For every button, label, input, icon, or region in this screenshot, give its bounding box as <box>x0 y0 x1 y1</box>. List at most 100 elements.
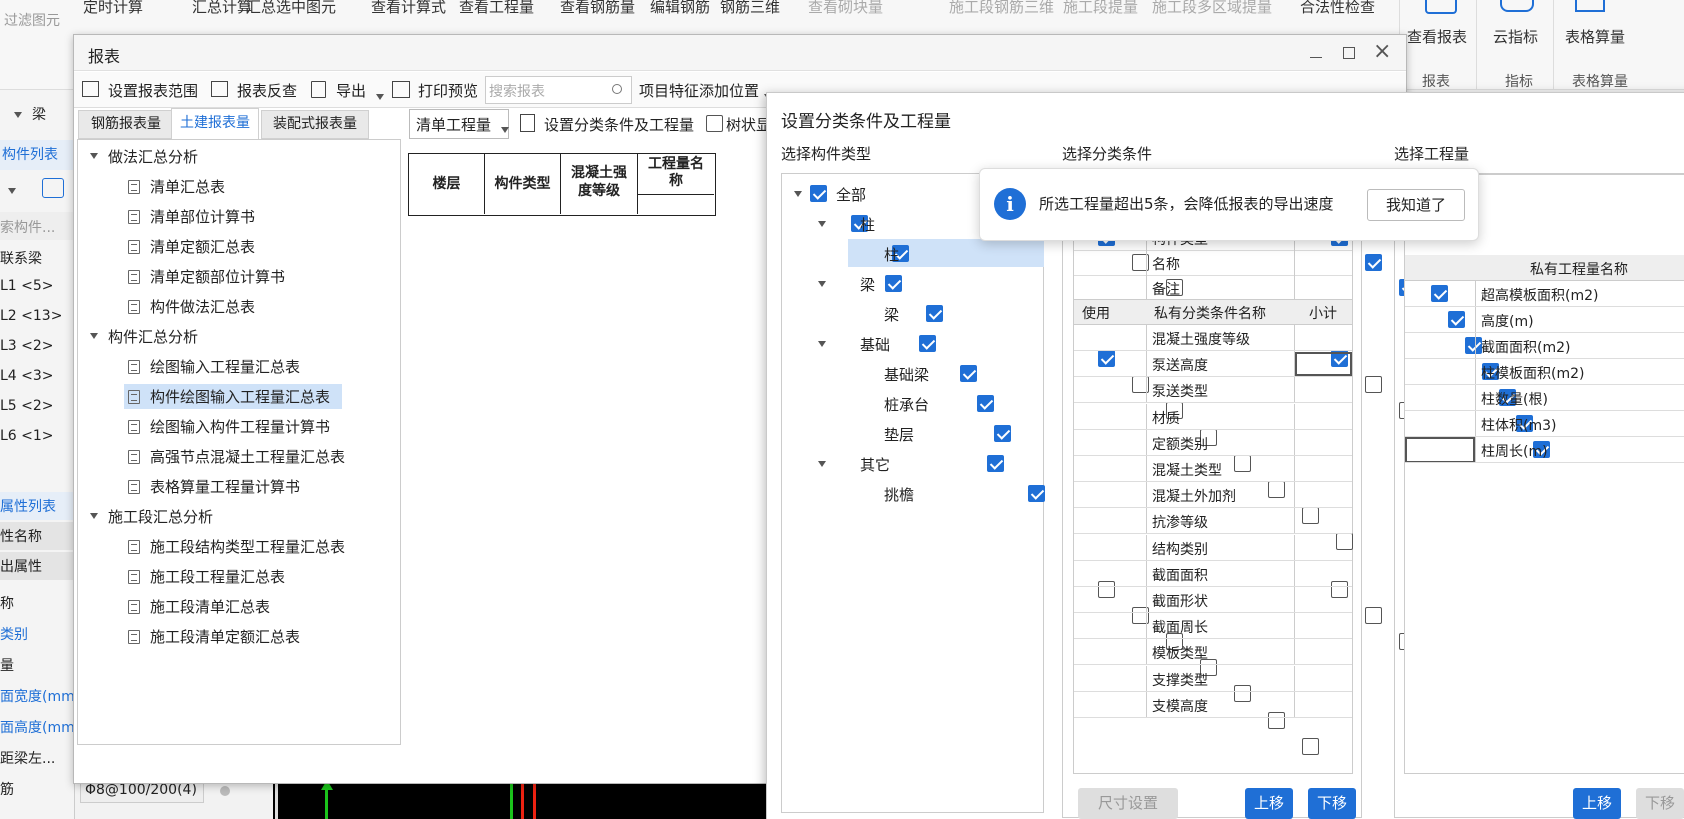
component-checkbox[interactable] <box>977 395 994 412</box>
move-down-button[interactable]: 下移 <box>1308 788 1356 819</box>
subtotal-checkbox[interactable] <box>1365 606 1382 624</box>
report-tree-item[interactable]: 施工段工程量汇总表 <box>128 564 285 589</box>
use-checkbox[interactable] <box>1234 454 1251 472</box>
ribbon-cut-label[interactable]: 施工段提量 <box>1063 0 1138 17</box>
property-item[interactable]: 类别 <box>0 624 28 644</box>
component-list-item[interactable]: L2 <13> <box>0 308 62 324</box>
component-list-item[interactable]: L5 <2> <box>0 398 54 414</box>
tree-group[interactable]: 做法汇总分析 <box>90 146 198 167</box>
quantity-type-select[interactable]: 清单工程量 <box>409 109 509 139</box>
expand-icon[interactable] <box>90 513 98 519</box>
print-preview-icon[interactable] <box>392 81 410 98</box>
tree-group[interactable]: 施工段汇总分析 <box>90 506 213 527</box>
report-tree-item[interactable]: 清单定额部位计算书 <box>128 264 285 289</box>
cloud-index-button[interactable]: 云指标 <box>1493 26 1538 47</box>
ribbon-cut-label[interactable]: 合法性检查 <box>1300 0 1375 17</box>
grid-range-icon[interactable] <box>82 81 99 97</box>
component-list-tab[interactable]: 构件列表 <box>0 140 75 170</box>
ribbon-cut-label[interactable]: 查看砌块量 <box>808 0 883 17</box>
tab-rebar-report[interactable]: 钢筋报表量 <box>78 110 174 139</box>
ribbon-cut-label[interactable]: 查看钢筋量 <box>560 0 635 17</box>
component-list-item[interactable]: L1 <5> <box>0 278 54 294</box>
report-check-button[interactable]: 报表反查 <box>237 80 297 101</box>
component-label[interactable]: 梁 <box>860 274 875 295</box>
report-tree-item[interactable]: 施工段清单汇总表 <box>128 594 270 619</box>
cloud-index-icon[interactable] <box>1500 0 1534 12</box>
report-tree-item[interactable]: 施工段结构类型工程量汇总表 <box>128 534 345 559</box>
expand-icon[interactable] <box>818 461 826 467</box>
property-item[interactable]: 称 <box>0 593 14 613</box>
tree-group[interactable]: 构件汇总分析 <box>90 326 198 347</box>
size-setting-button[interactable]: 尺寸设置 <box>1078 788 1178 819</box>
expand-icon[interactable] <box>818 341 826 347</box>
ribbon-cut-label[interactable]: 施工段多区域提量 <box>1152 0 1272 17</box>
table-calc-icon[interactable] <box>1575 0 1605 12</box>
property-list-tab[interactable]: 属性列表 <box>0 492 75 520</box>
report-tree-item[interactable]: 清单汇总表 <box>128 174 225 199</box>
tab-prefab-report[interactable]: 装配式报表量 <box>261 110 369 139</box>
component-list-item[interactable]: 联系梁 <box>0 248 42 268</box>
component-list-item[interactable]: L6 <1> <box>0 428 54 444</box>
quantity-checkbox[interactable] <box>1431 285 1448 302</box>
basic-attr-group[interactable]: 出属性 <box>0 552 75 580</box>
export-button[interactable]: 导出 <box>336 80 366 101</box>
feature-position-dropdown[interactable]: 项目特征添加位置 <box>639 80 759 101</box>
move-up-button[interactable]: 上移 <box>1245 788 1293 819</box>
move-down-button[interactable]: 下移 <box>1636 788 1684 819</box>
chevron-down-icon[interactable] <box>376 88 384 104</box>
close-icon[interactable]: × <box>1373 41 1391 63</box>
ribbon-cut-label[interactable]: 查看工程量 <box>459 0 534 17</box>
use-checkbox[interactable] <box>1268 481 1285 498</box>
use-checkbox[interactable] <box>1302 737 1319 755</box>
property-item[interactable]: 距梁左... <box>0 748 55 768</box>
component-label[interactable]: 全部 <box>836 184 866 205</box>
expand-icon[interactable] <box>818 281 826 287</box>
component-checkbox[interactable] <box>960 365 977 382</box>
set-condition-button[interactable]: 设置分类条件及工程量 <box>544 114 694 135</box>
component-checkbox[interactable] <box>810 185 827 202</box>
expand-icon[interactable] <box>90 333 98 339</box>
view-report-icon[interactable] <box>1425 0 1457 14</box>
expand-icon[interactable] <box>794 191 802 197</box>
component-checkbox[interactable] <box>926 305 943 322</box>
component-label[interactable]: 挑檐 <box>884 484 914 505</box>
ribbon-cut-label[interactable]: 定时计算 <box>83 0 143 17</box>
use-checkbox[interactable] <box>1098 350 1115 367</box>
report-tree-item[interactable]: 构件做法汇总表 <box>128 294 255 319</box>
property-item[interactable]: 面宽度(mm) <box>0 686 80 706</box>
expand-icon[interactable] <box>90 153 98 159</box>
minimize-icon[interactable] <box>1310 57 1322 58</box>
ribbon-cut-label[interactable]: 钢筋三维 <box>720 0 780 17</box>
component-label[interactable]: 柱 <box>860 214 875 235</box>
maximize-icon[interactable] <box>1343 47 1355 59</box>
use-checkbox[interactable] <box>1098 580 1115 598</box>
component-checkbox[interactable] <box>885 275 902 292</box>
report-tree-item[interactable]: 绘图输入构件工程量计算书 <box>128 414 330 439</box>
report-tree-item[interactable]: 高强节点混凝土工程量汇总表 <box>128 444 345 469</box>
drawing-canvas[interactable] <box>273 780 770 819</box>
copy-icon[interactable] <box>42 178 64 198</box>
quantity-checkbox[interactable] <box>1448 311 1465 328</box>
component-label[interactable]: 柱 <box>884 244 899 265</box>
property-item[interactable]: 面高度(mm) <box>0 717 80 737</box>
report-tree-item[interactable]: 施工段清单定额汇总表 <box>128 624 300 649</box>
component-label[interactable]: 梁 <box>884 304 899 325</box>
component-label[interactable]: 垫层 <box>884 424 914 445</box>
search-icon[interactable] <box>612 84 622 94</box>
quantity-checkbox[interactable] <box>1465 337 1482 354</box>
filter-elements-label[interactable]: 过滤图元 <box>4 10 60 30</box>
table-calc-button[interactable]: 表格算量 <box>1565 26 1625 47</box>
subtotal-checkbox[interactable] <box>1331 580 1348 598</box>
property-item[interactable]: 量 <box>0 655 14 675</box>
component-label[interactable]: 基础梁 <box>884 364 929 385</box>
tab-civil-report[interactable]: 土建报表量 <box>171 108 259 139</box>
component-list-item[interactable]: L3 <2> <box>0 338 54 354</box>
export-icon[interactable] <box>311 81 326 98</box>
report-tree-item[interactable]: 表格算量工程量计算书 <box>128 474 300 499</box>
component-checkbox[interactable] <box>1028 485 1045 502</box>
report-tree-item[interactable]: 绘图输入工程量汇总表 <box>128 354 300 379</box>
chevron-down-icon[interactable] <box>14 106 22 122</box>
subtotal-checkbox[interactable] <box>1365 376 1382 394</box>
report-tree-item[interactable]: 构件绘图输入工程量汇总表 <box>124 384 343 409</box>
use-checkbox[interactable] <box>1302 507 1319 525</box>
